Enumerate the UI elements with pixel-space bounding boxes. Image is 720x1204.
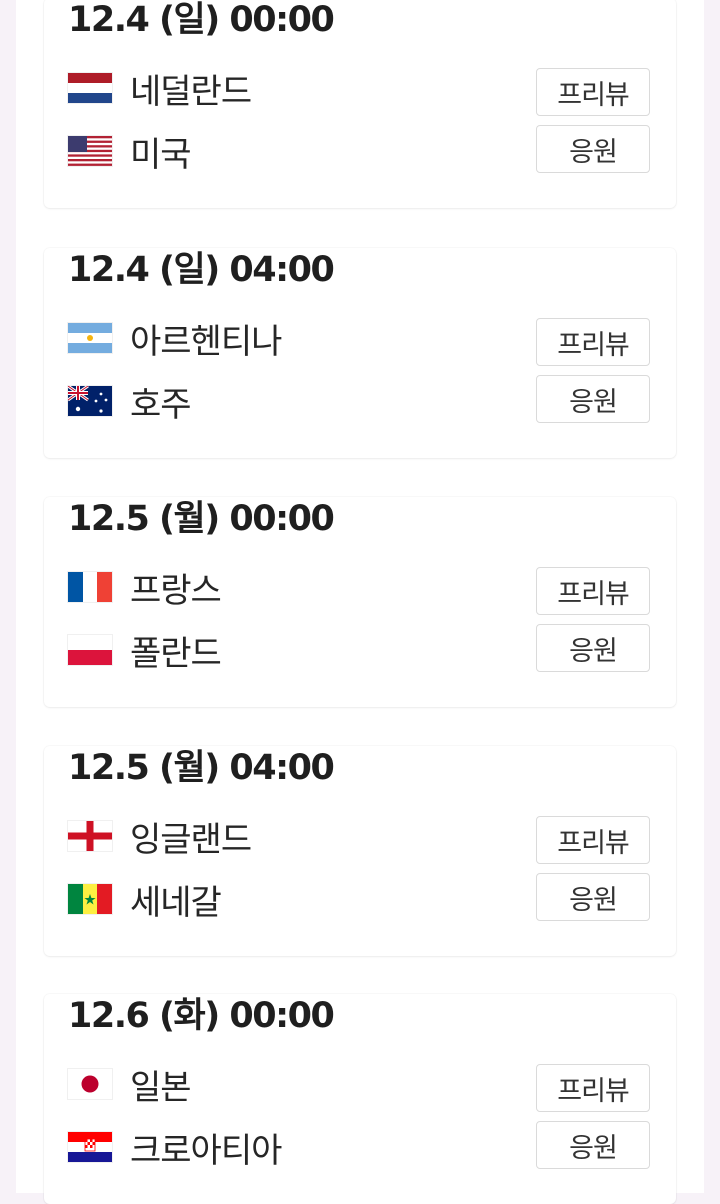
team-row-away: 폴란드 [68,630,222,674]
team-name: 일본 [130,1067,192,1108]
cheer-button[interactable]: 응원 [536,125,650,173]
match-card: 12.4 (일) 04:00 아르헨티나 호주 프리뷰 응원 [44,248,676,458]
team-row-away: 미국 [68,131,192,175]
match-card: 12.5 (월) 04:00 잉글랜드 세네갈 프리뷰 응원 [44,746,676,956]
team-name: 네덜란드 [130,71,252,112]
team-name: 세네갈 [130,882,222,923]
team-row-home: 잉글랜드 [68,816,252,860]
team-row-away: 크로아티아 [68,1127,282,1171]
match-card: 12.5 (월) 00:00 프랑스 폴란드 프리뷰 응원 [44,497,676,707]
cheer-button[interactable]: 응원 [536,624,650,672]
preview-button[interactable]: 프리뷰 [536,318,650,366]
team-name: 크로아티아 [130,1130,282,1171]
preview-button[interactable]: 프리뷰 [536,816,650,864]
senegal-flag-icon [68,884,112,914]
team-name: 아르헨티나 [130,321,282,362]
poland-flag-icon [68,635,112,665]
usa-flag-icon [68,136,112,166]
team-row-away: 세네갈 [68,879,222,923]
japan-flag-icon [68,1069,112,1099]
england-flag-icon [68,821,112,851]
team-name: 미국 [130,134,192,175]
team-name: 폴란드 [130,633,222,674]
team-row-home: 일본 [68,1064,192,1108]
netherlands-flag-icon [68,73,112,103]
team-name: 프랑스 [130,570,222,611]
match-datetime: 12.4 (일) 00:00 [68,0,335,40]
match-datetime: 12.6 (화) 00:00 [68,996,335,1036]
team-row-home: 네덜란드 [68,68,252,112]
preview-button[interactable]: 프리뷰 [536,1064,650,1112]
match-datetime: 12.5 (월) 04:00 [68,748,335,788]
team-row-home: 프랑스 [68,567,222,611]
match-datetime: 12.4 (일) 04:00 [68,250,335,290]
france-flag-icon [68,572,112,602]
cheer-button[interactable]: 응원 [536,873,650,921]
cheer-button[interactable]: 응원 [536,1121,650,1169]
australia-flag-icon [68,386,112,416]
match-card: 12.4 (일) 00:00 네덜란드 미국 프리뷰 응원 [44,0,676,208]
croatia-flag-icon [68,1132,112,1162]
preview-button[interactable]: 프리뷰 [536,567,650,615]
match-datetime: 12.5 (월) 00:00 [68,499,335,539]
match-schedule-list: 12.4 (일) 00:00 네덜란드 미국 프리뷰 응원 12.4 (일) 0… [16,0,704,1204]
team-name: 호주 [130,384,192,425]
cheer-button[interactable]: 응원 [536,375,650,423]
team-row-home: 아르헨티나 [68,318,282,362]
argentina-flag-icon [68,323,112,353]
team-row-away: 호주 [68,381,192,425]
match-card: 12.6 (화) 00:00 일본 크로아티아 프리뷰 응원 [44,994,676,1204]
preview-button[interactable]: 프리뷰 [536,68,650,116]
team-name: 잉글랜드 [130,819,252,860]
